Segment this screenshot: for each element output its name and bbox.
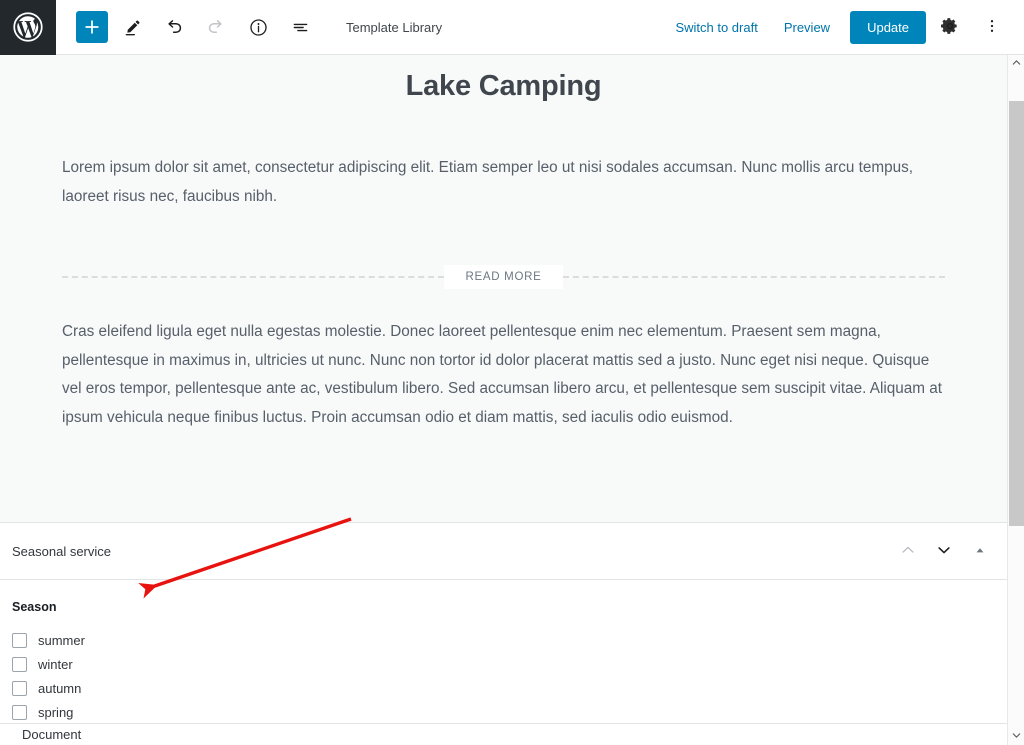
post-content: Lorem ipsum dolor sit amet, consectetur …: [0, 154, 1007, 432]
checkbox-autumn[interactable]: [12, 680, 27, 696]
season-heading: Season: [12, 600, 57, 614]
gear-icon: [940, 16, 960, 39]
triangle-up-icon: [973, 543, 987, 560]
vertical-scrollbar[interactable]: [1007, 55, 1024, 745]
toolbar-left-group: Template Library: [56, 0, 442, 55]
template-library-label: Template Library: [346, 19, 443, 35]
editor-canvas: Lake Camping Lorem ipsum dolor sit amet,…: [0, 55, 1007, 522]
read-more-dash-right: [563, 276, 946, 278]
chevron-up-icon: [899, 541, 917, 562]
wordpress-logo-icon: [13, 12, 43, 42]
preview-button[interactable]: Preview: [771, 20, 843, 35]
document-panel-header[interactable]: Document: [0, 723, 1007, 745]
paragraph-block-1[interactable]: Lorem ipsum dolor sit amet, consectetur …: [62, 154, 945, 211]
scroll-up-arrow-icon: [1011, 55, 1022, 73]
redo-button[interactable]: [198, 9, 234, 45]
panel-controls: [895, 538, 993, 564]
checkbox-label-winter: winter: [38, 656, 73, 672]
toolbar-right-group: Switch to draft Preview Update: [662, 0, 1024, 55]
block-navigation-button[interactable]: [282, 9, 318, 45]
document-panel-label: Document: [22, 727, 82, 742]
content-info-button[interactable]: [240, 9, 276, 45]
checkbox-row-summer[interactable]: summer: [12, 628, 995, 652]
undo-button[interactable]: [156, 9, 192, 45]
redo-arrow-icon: [205, 16, 227, 38]
editor-toolbar: Template Library Switch to draft Preview…: [0, 0, 1024, 55]
scrollbar-down-button[interactable]: [1008, 728, 1024, 745]
checkbox-summer[interactable]: [12, 632, 27, 648]
checkbox-spring[interactable]: [12, 704, 27, 720]
pencil-icon: [122, 17, 143, 38]
content-structure-icon: [290, 17, 311, 38]
checkbox-winter[interactable]: [12, 656, 27, 672]
read-more-dash-left: [62, 276, 444, 278]
collapse-panel-button[interactable]: [967, 538, 993, 564]
checkbox-row-autumn[interactable]: autumn: [12, 676, 995, 700]
checkbox-label-spring: spring: [38, 704, 74, 720]
update-button[interactable]: Update: [850, 10, 926, 44]
wordpress-logo-button[interactable]: [0, 0, 56, 55]
edit-mode-button[interactable]: [114, 9, 150, 45]
checkbox-row-spring[interactable]: spring: [12, 700, 995, 724]
add-block-button[interactable]: [76, 11, 108, 43]
settings-button[interactable]: [932, 9, 968, 45]
checkbox-label-summer: summer: [38, 632, 85, 648]
scroll-down-arrow-icon: [1011, 728, 1022, 745]
more-options-button[interactable]: [974, 9, 1010, 45]
checkbox-label-autumn: autumn: [38, 680, 82, 696]
info-circle-icon: [248, 17, 269, 38]
chevron-down-icon: [935, 541, 953, 562]
wordpress-block-editor: Template Library Switch to draft Preview…: [0, 0, 1024, 745]
checkbox-row-winter[interactable]: winter: [12, 652, 995, 676]
move-panel-up-button[interactable]: [895, 538, 921, 564]
paragraph-block-2[interactable]: Cras eleifend ligula eget nulla egestas …: [62, 318, 945, 432]
seasonal-service-title: Seasonal service: [12, 543, 111, 559]
read-more-block[interactable]: READ MORE: [62, 263, 946, 291]
season-field-group: Season summer winter autumn spring: [0, 580, 1007, 728]
vertical-ellipsis-icon: [983, 17, 1001, 38]
scrollbar-up-button[interactable]: [1008, 55, 1024, 72]
undo-arrow-icon: [163, 16, 185, 38]
page-title[interactable]: Lake Camping: [0, 55, 1007, 103]
move-panel-down-button[interactable]: [931, 538, 957, 564]
scrollbar-thumb[interactable]: [1009, 101, 1024, 526]
read-more-label: READ MORE: [443, 265, 564, 289]
switch-to-draft-button[interactable]: Switch to draft: [662, 20, 770, 35]
seasonal-service-panel-header[interactable]: Seasonal service: [0, 522, 1007, 580]
plus-icon: [83, 18, 101, 36]
